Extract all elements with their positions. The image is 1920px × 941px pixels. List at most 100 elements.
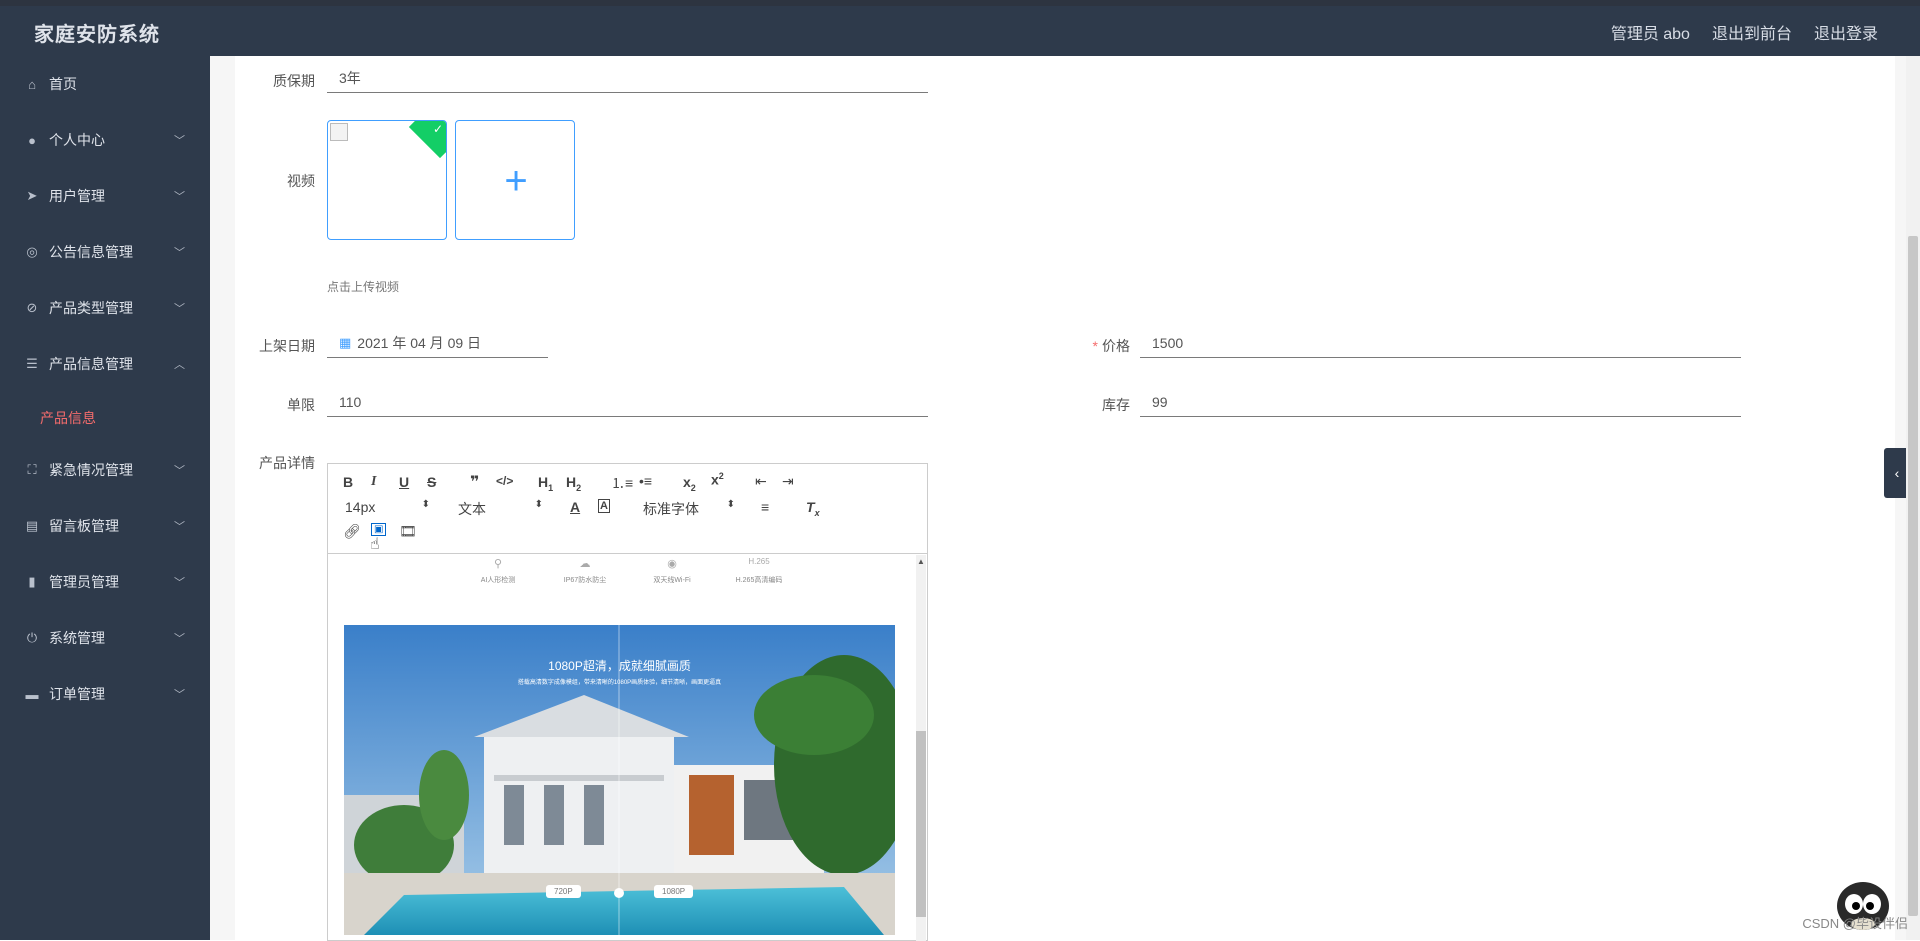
strikethrough-button[interactable]: S [427,474,436,490]
limit-input[interactable]: 110 [327,387,928,417]
select-arrow-icon: ⬍ [727,499,735,510]
price-value: 1500 [1152,335,1183,351]
feature-item: ⚲ AI人形检测 [458,557,538,585]
sidebar-item-label: 管理员管理 [49,572,119,592]
font-size-select[interactable]: 14px⬍ [345,499,430,515]
video-label: 视频 [235,171,315,191]
date-label: 上架日期 [235,336,315,356]
warranty-input[interactable]: 3年 [327,63,928,93]
ordered-list-button[interactable]: ⒈≡ [611,473,633,493]
sidebar-item-home[interactable]: ⌂ 首页 [0,64,210,104]
admin-user-label[interactable]: 管理员 abo [1611,20,1690,44]
select-arrow-icon: ⬍ [422,499,430,510]
sidebar-item-label: 留言板管理 [49,516,119,536]
chevron-down-icon: ﹀ [174,244,188,258]
photo-title: 1080P超清，成就细腻画质 [344,657,895,674]
wifi-icon: ◉ [663,557,681,571]
feature-item: ◉ 双天线Wi-Fi [632,557,712,585]
main-content: 质保期 3年 视频 ✓ + 点击上传视频 上架日期 ▦ 2021 年 04 月 … [210,56,1920,940]
photo-subtitle: 搭载高清数字成像模组，带来清晰的1080P画质体验，细节清晰，画面更逼真 [344,677,895,686]
clear-format-button[interactable]: Tx [806,499,820,518]
scroll-up-arrow-icon[interactable]: ▲ [917,557,925,566]
outdent-button[interactable]: ⇤ [755,473,767,490]
chevron-down-icon: ﹀ [174,132,188,146]
paper-plane-icon: ➤ [24,188,40,204]
bold-button[interactable]: B [343,474,353,490]
sidebar-item-notice-management[interactable]: ◎ 公告信息管理 ﹀ [0,232,210,272]
warranty-label: 质保期 [235,71,315,91]
sidebar-item-label: 用户管理 [49,186,105,206]
blockquote-button[interactable]: ❞ [470,472,479,492]
page-scrollbar[interactable] [1906,56,1920,940]
cloud-icon: ☁ [576,557,594,571]
sidebar-item-label: 公告信息管理 [49,242,133,262]
sidebar-item-order-management[interactable]: ▬ 订单管理 ﹀ [0,674,210,714]
italic-button[interactable]: I [371,474,376,490]
page-scroll-thumb[interactable] [1908,236,1918,916]
sidebar: ⌂ 首页 ● 个人中心 ﹀ ➤ 用户管理 ﹀ ◎ 公告信息管理 ﹀ ⊘ 产品类型… [0,56,210,940]
stock-input[interactable]: 99 [1140,387,1741,417]
sidebar-item-product-info-management[interactable]: ☰ 产品信息管理 ︿ [0,344,210,384]
date-picker[interactable]: ▦ 2021 年 04 月 09 日 [327,328,548,358]
hand-cursor-icon: ☝ [370,534,380,554]
editor-toolbar: B I U S ❞ </> H1 H2 ⒈≡ •≡ x2 x2 ⇤ ⇥ 14px… [328,464,927,554]
sidebar-item-emergency-management[interactable]: ⛶ 紧急情况管理 ﹀ [0,450,210,490]
plus-icon: + [456,121,576,241]
chevron-up-icon: ︿ [174,356,188,370]
feature-item: H.265 H.265高清编码 [719,557,799,585]
video-button[interactable]: 🎞︎ [399,523,417,540]
bell-off-icon: ⊘ [24,300,40,316]
indent-button[interactable]: ⇥ [782,473,794,490]
person-icon: ⚲ [489,557,507,571]
code-block-button[interactable]: </> [496,474,513,488]
editor-scrollbar[interactable]: ▲ [916,555,926,941]
header-actions: 管理员 abo 退出到前台 退出登录 [1611,20,1878,44]
editor-content[interactable]: ⚲ AI人形检测 ☁ IP67防水防尘 ◉ 双天线Wi-Fi H.265 H.2… [328,555,927,941]
app-title: 家庭安防系统 [34,18,160,47]
sidebar-item-label: 紧急情况管理 [49,460,133,480]
bar-chart-icon: ▮ [24,574,40,590]
chevron-down-icon: ﹀ [174,518,188,532]
exit-to-front-link[interactable]: 退出到前台 [1712,20,1792,44]
home-icon: ⌂ [24,76,40,92]
heading-2-button[interactable]: H2 [566,474,581,493]
underline-button[interactable]: U [399,474,409,490]
stamp-icon: ▬ [24,686,40,702]
logout-link[interactable]: 退出登录 [1814,20,1878,44]
sidebar-item-product-type-management[interactable]: ⊘ 产品类型管理 ﹀ [0,288,210,328]
bullet-list-button[interactable]: •≡ [639,473,652,489]
font-color-button[interactable]: A [570,499,580,515]
rich-text-editor: B I U S ❞ </> H1 H2 ⒈≡ •≡ x2 x2 ⇤ ⇥ 14px… [327,463,928,941]
sidebar-item-admin-management[interactable]: ▮ 管理员管理 ﹀ [0,562,210,602]
price-input[interactable]: 1500 [1140,328,1741,358]
chevron-down-icon: ﹀ [174,686,188,700]
link-button[interactable]: 🔗︎ [343,523,361,540]
background-color-button[interactable]: A [598,499,610,513]
resolution-pill-1080: 1080P [654,885,693,898]
select-arrow-icon: ⬍ [535,499,543,510]
align-button[interactable]: ≡ [761,499,769,515]
sidebar-item-label: 产品信息管理 [49,354,133,374]
sidebar-item-user-management[interactable]: ➤ 用户管理 ﹀ [0,176,210,216]
heading-1-button[interactable]: H1 [538,474,553,493]
sidebar-subitem-product-info[interactable]: 产品信息 [40,408,96,428]
printer-icon: ▤ [24,518,40,534]
user-icon: ● [24,132,40,148]
sidebar-item-personal-center[interactable]: ● 个人中心 ﹀ [0,120,210,160]
resolution-pill-720: 720P [546,885,581,898]
csdn-watermark: CSDN @毕设伴侣 [1802,913,1908,932]
uploaded-video-thumbnail[interactable]: ✓ [327,120,447,240]
superscript-button[interactable]: x2 [711,471,724,488]
scroll-thumb[interactable] [916,731,926,917]
header-select[interactable]: 文本⬍ [458,499,543,519]
sidebar-item-system-management[interactable]: ⏻ 系统管理 ﹀ [0,618,210,658]
sidebar-item-message-board-management[interactable]: ▤ 留言板管理 ﹀ [0,506,210,546]
video-upload-button[interactable]: + [455,120,575,240]
limit-value: 110 [339,394,361,410]
broken-image-icon [330,123,348,141]
stock-label: 库存 [1050,395,1130,415]
font-family-select[interactable]: 标准字体⬍ [643,499,735,519]
feature-item: ☁ IP67防水防尘 [545,557,625,585]
price-label: *价格 [1050,336,1130,356]
subscript-button[interactable]: x2 [683,474,696,493]
